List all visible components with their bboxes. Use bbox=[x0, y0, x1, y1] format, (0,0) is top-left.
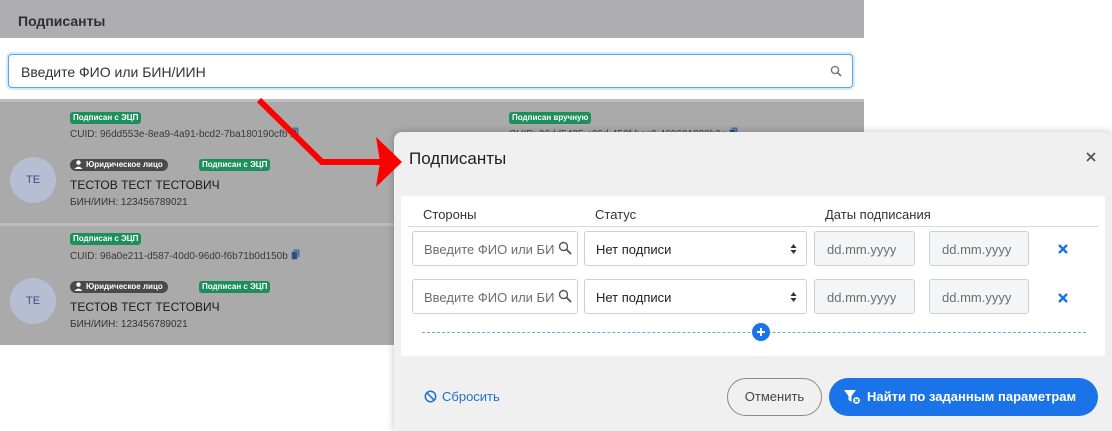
column-header-dates: Даты подписания bbox=[825, 207, 931, 222]
close-icon[interactable] bbox=[1084, 150, 1098, 164]
date-to-input[interactable]: dd.mm.yyyy bbox=[929, 231, 1029, 266]
status-badge: Подписан с ЭЦП bbox=[70, 233, 142, 245]
cuid-line: CUID: 96dd553e-8ea9-4a91-bcd2-7ba180190c… bbox=[70, 127, 299, 140]
search-icon bbox=[558, 289, 572, 303]
status-badge: Подписан с ЭЦП bbox=[70, 112, 142, 124]
entity-type-label: Юридическое лицо bbox=[86, 160, 163, 169]
copy-icon[interactable] bbox=[290, 127, 299, 138]
date-to-placeholder: dd.mm.yyyy bbox=[942, 242, 1012, 257]
status-select-value: Нет подписи bbox=[596, 242, 672, 257]
party-search-input[interactable]: Введите ФИО или БИН/ИИН bbox=[412, 279, 578, 314]
add-row-button[interactable] bbox=[752, 323, 770, 341]
signers-filter-modal: Подписанты Стороны Статус Даты подписани… bbox=[394, 132, 1112, 431]
status-badge: Подписан с ЭЦП bbox=[199, 281, 271, 293]
signer-name: ТЕСТОВ ТЕСТ ТЕСТОВИЧ bbox=[70, 300, 220, 314]
cuid-line: CUID: 96a0e211-d587-40d0-96d0-f6b71b0d15… bbox=[70, 249, 300, 262]
date-from-input[interactable]: dd.mm.yyyy bbox=[814, 279, 915, 314]
search-icon bbox=[830, 65, 842, 77]
date-from-placeholder: dd.mm.yyyy bbox=[827, 242, 897, 257]
filter-table: Стороны Статус Даты подписания Введите Ф… bbox=[401, 196, 1105, 356]
find-button[interactable]: Найти по заданным параметрам bbox=[829, 378, 1098, 416]
signer-bin: БИН/ИИН: 123456789021 bbox=[70, 319, 188, 330]
header-divider bbox=[408, 226, 1098, 227]
date-to-placeholder: dd.mm.yyyy bbox=[942, 290, 1012, 305]
copy-icon[interactable] bbox=[291, 249, 300, 260]
find-button-label: Найти по заданным параметрам bbox=[867, 389, 1077, 404]
screen: Подписанты Введите ФИО или БИН/ИИН Подпи… bbox=[0, 0, 1112, 431]
signer-bin: БИН/ИИН: 123456789021 bbox=[70, 197, 188, 208]
panel-header: Подписанты bbox=[0, 0, 864, 38]
plus-icon bbox=[757, 328, 765, 336]
search-input-value: Введите ФИО или БИН/ИИН bbox=[21, 64, 206, 80]
avatar: ТЕ bbox=[10, 157, 56, 203]
date-to-input[interactable]: dd.mm.yyyy bbox=[929, 279, 1029, 314]
reset-icon bbox=[424, 390, 437, 403]
remove-row-icon[interactable] bbox=[1057, 243, 1069, 255]
search-icon bbox=[558, 241, 572, 255]
cuid-text: CUID: 96a0e211-d587-40d0-96d0-f6b71b0d15… bbox=[70, 251, 288, 262]
search-area: Введите ФИО или БИН/ИИН bbox=[0, 38, 864, 99]
party-placeholder: Введите ФИО или БИН/ИИН bbox=[424, 242, 554, 257]
status-select-value: Нет подписи bbox=[596, 290, 672, 305]
party-placeholder: Введите ФИО или БИН/ИИН bbox=[424, 290, 554, 305]
remove-row-icon[interactable] bbox=[1057, 292, 1069, 304]
reset-link[interactable]: Сбросить bbox=[424, 389, 500, 404]
chevron-updown-icon bbox=[790, 292, 797, 302]
column-header-status: Статус bbox=[595, 207, 637, 222]
entity-type-badge: Юридическое лицо bbox=[70, 281, 168, 293]
date-from-input[interactable]: dd.mm.yyyy bbox=[814, 231, 915, 266]
status-badge-manual: Подписан вручную bbox=[509, 112, 592, 124]
column-header-parties: Стороны bbox=[423, 207, 477, 222]
entity-type-badge: Юридическое лицо bbox=[70, 159, 168, 171]
entity-type-label: Юридическое лицо bbox=[86, 282, 163, 291]
cancel-button[interactable]: Отменить bbox=[727, 378, 822, 416]
party-search-input[interactable]: Введите ФИО или БИН/ИИН bbox=[412, 231, 578, 266]
chevron-updown-icon bbox=[790, 244, 797, 254]
person-icon bbox=[74, 160, 83, 169]
modal-title: Подписанты bbox=[409, 149, 507, 168]
person-icon bbox=[74, 282, 83, 291]
filter-icon bbox=[844, 390, 860, 404]
status-select[interactable]: Нет подписи bbox=[584, 279, 807, 314]
avatar: ТЕ bbox=[10, 278, 56, 324]
signers-search-input[interactable]: Введите ФИО или БИН/ИИН bbox=[8, 54, 853, 88]
cuid-text: CUID: 96dd553e-8ea9-4a91-bcd2-7ba180190c… bbox=[70, 129, 288, 140]
date-from-placeholder: dd.mm.yyyy bbox=[827, 290, 897, 305]
signer-name: ТЕСТОВ ТЕСТ ТЕСТОВИЧ bbox=[70, 178, 220, 192]
status-select[interactable]: Нет подписи bbox=[584, 231, 807, 266]
panel-title: Подписанты bbox=[18, 13, 106, 29]
reset-label: Сбросить bbox=[442, 389, 500, 404]
status-badge: Подписан с ЭЦП bbox=[199, 159, 271, 171]
